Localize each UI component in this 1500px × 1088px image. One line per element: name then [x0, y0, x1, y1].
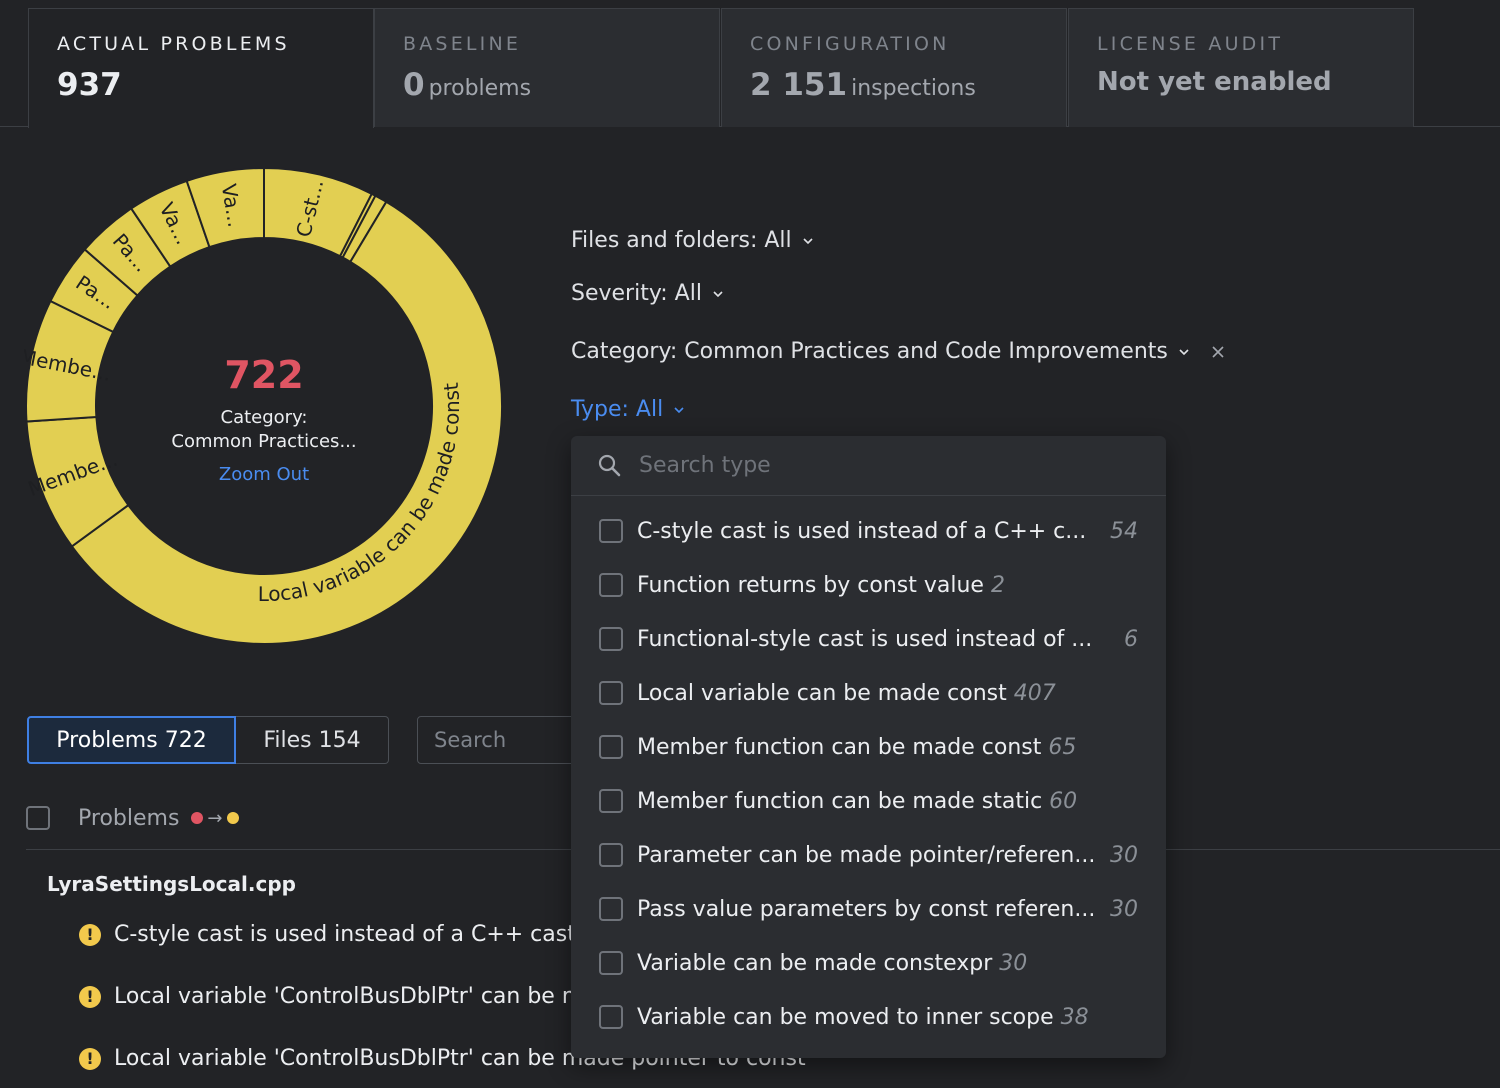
- type-option[interactable]: Functional-style cast is used instead of…: [571, 612, 1166, 666]
- clear-filter-icon[interactable]: [1210, 344, 1226, 360]
- type-option[interactable]: Member function can be made const 65: [571, 720, 1166, 774]
- tab-title: LICENSE AUDIT: [1097, 33, 1284, 55]
- files-view-button[interactable]: Files 154: [236, 716, 389, 764]
- type-option-count: 6: [1124, 626, 1138, 652]
- summary-tabs: ACTUAL PROBLEMS 937 BASELINE 0 problems C…: [0, 0, 1500, 128]
- files-filter-label: Files and folders: All: [571, 228, 792, 253]
- type-option-count: 30: [999, 950, 1028, 976]
- category-donut[interactable]: C-st... Local variable can be made const M…: [24, 166, 504, 646]
- type-option-label: Member function can be made static: [637, 788, 1043, 814]
- view-toggle: Problems 722 Files 154: [27, 716, 389, 764]
- type-option[interactable]: Member function can be made static 60: [571, 774, 1166, 828]
- tab-value-number: 0: [403, 67, 425, 103]
- tab-value: 2 151 inspections: [750, 67, 1038, 103]
- tab-value: 937: [57, 67, 122, 103]
- type-filter[interactable]: Type: All: [571, 397, 685, 422]
- zoom-out-link[interactable]: Zoom Out: [124, 464, 404, 485]
- type-option-label: Member function can be made const: [637, 734, 1042, 760]
- tab-baseline[interactable]: BASELINE 0 problems: [374, 8, 720, 127]
- warning-icon: !: [79, 1047, 101, 1070]
- type-option-checkbox[interactable]: [599, 627, 623, 651]
- chevron-down-icon: [803, 237, 813, 244]
- tab-value-number: 2 151: [750, 67, 848, 103]
- type-option-checkbox[interactable]: [599, 951, 623, 975]
- type-option-checkbox[interactable]: [599, 519, 623, 543]
- type-option-checkbox[interactable]: [599, 843, 623, 867]
- type-option-label: Variable can be moved to inner scope: [637, 1004, 1054, 1030]
- type-option-label: Function returns by const value: [637, 572, 984, 598]
- type-option-label: Parameter can be made pointer/referen...: [637, 842, 1096, 868]
- search-placeholder: Search: [434, 728, 507, 752]
- search-icon: [598, 454, 621, 476]
- file-group-name[interactable]: LyraSettingsLocal.cpp: [47, 872, 296, 896]
- type-option-count: 30: [1110, 842, 1138, 868]
- type-option-label: C-style cast is used instead of a C++ c.…: [637, 518, 1087, 544]
- type-option-count: 2: [990, 572, 1005, 598]
- warning-icon: !: [79, 985, 101, 1008]
- arrow-right-icon: →: [207, 807, 223, 829]
- type-option-label: Pass value parameters by const referen..…: [637, 896, 1096, 922]
- type-option[interactable]: Variable can be moved to inner scope 38: [571, 990, 1166, 1044]
- tab-title: ACTUAL PROBLEMS: [57, 33, 290, 55]
- severity-filter-label: Severity: All: [571, 281, 702, 306]
- problem-row[interactable]: ! C-style cast is used instead of a C++ …: [79, 922, 576, 947]
- type-option-count: 30: [1110, 896, 1138, 922]
- type-option-label: Functional-style cast is used instead of…: [637, 626, 1093, 652]
- donut-center: 722 Category: Common Practices... Zoom O…: [124, 356, 404, 485]
- tab-value-unit: problems: [428, 76, 532, 101]
- type-option-checkbox[interactable]: [599, 897, 623, 921]
- type-option-count: 54: [1110, 518, 1138, 544]
- chevron-down-icon: [1179, 348, 1189, 355]
- type-option-label: Variable can be made constexpr: [637, 950, 993, 976]
- type-option[interactable]: C-style cast is used instead of a C++ c.…: [571, 504, 1166, 558]
- tab-value-unit: inspections: [851, 76, 976, 101]
- warning-icon: !: [79, 923, 101, 946]
- chevron-down-icon: [713, 290, 723, 297]
- category-filter[interactable]: Category: Common Practices and Code Impr…: [571, 339, 1226, 364]
- type-option[interactable]: Variable can be made constexpr 30: [571, 936, 1166, 990]
- severity-sort-indicator[interactable]: →: [191, 807, 239, 829]
- type-option-checkbox[interactable]: [599, 573, 623, 597]
- severity-error-dot: [191, 812, 204, 824]
- type-option-label: Local variable can be made const: [637, 680, 1007, 706]
- type-option-checkbox[interactable]: [599, 789, 623, 813]
- tab-actual-problems[interactable]: ACTUAL PROBLEMS 937: [28, 8, 374, 128]
- type-option-count: 38: [1060, 1004, 1089, 1030]
- type-option-count: 407: [1013, 680, 1056, 706]
- tab-configuration[interactable]: CONFIGURATION 2 151 inspections: [721, 8, 1067, 127]
- select-all-checkbox[interactable]: [26, 806, 50, 830]
- type-option-checkbox[interactable]: [599, 735, 623, 759]
- donut-category-label: Category:: [220, 407, 308, 428]
- chevron-down-icon: [674, 406, 684, 413]
- type-option[interactable]: Parameter can be made pointer/referen...…: [571, 828, 1166, 882]
- type-option[interactable]: Local variable can be made const 407: [571, 666, 1166, 720]
- type-options-list: C-style cast is used instead of a C++ c.…: [571, 496, 1166, 1044]
- files-filter[interactable]: Files and folders: All: [571, 228, 814, 253]
- problems-view-button[interactable]: Problems 722: [27, 716, 236, 764]
- donut-count: 722: [224, 353, 304, 397]
- type-option-checkbox[interactable]: [599, 1005, 623, 1029]
- severity-warning-dot: [226, 812, 239, 824]
- type-dropdown: C-style cast is used instead of a C++ c.…: [571, 436, 1166, 1058]
- tab-value: Not yet enabled: [1097, 67, 1332, 97]
- type-option-count: 65: [1048, 734, 1077, 760]
- donut-category: Category: Common Practices...: [124, 406, 404, 454]
- tab-value: 0 problems: [403, 67, 691, 103]
- problems-column-label[interactable]: Problems: [78, 806, 179, 831]
- type-option[interactable]: Pass value parameters by const referen..…: [571, 882, 1166, 936]
- tab-title: BASELINE: [403, 33, 522, 55]
- type-option-count: 60: [1049, 788, 1078, 814]
- problems-header: Problems →: [26, 800, 239, 836]
- tab-license-audit[interactable]: LICENSE AUDIT Not yet enabled: [1068, 8, 1414, 127]
- type-option-checkbox[interactable]: [599, 681, 623, 705]
- type-search-bar: [571, 436, 1166, 496]
- type-search-input[interactable]: [639, 453, 1119, 478]
- category-filter-label: Category: Common Practices and Code Impr…: [571, 339, 1168, 364]
- severity-filter[interactable]: Severity: All: [571, 281, 724, 306]
- tab-title: CONFIGURATION: [750, 33, 950, 55]
- problem-text: C-style cast is used instead of a C++ ca…: [114, 922, 576, 947]
- type-filter-label: Type: All: [571, 397, 664, 422]
- type-option[interactable]: Function returns by const value 2: [571, 558, 1166, 612]
- donut-category-name: Common Practices...: [171, 431, 357, 452]
